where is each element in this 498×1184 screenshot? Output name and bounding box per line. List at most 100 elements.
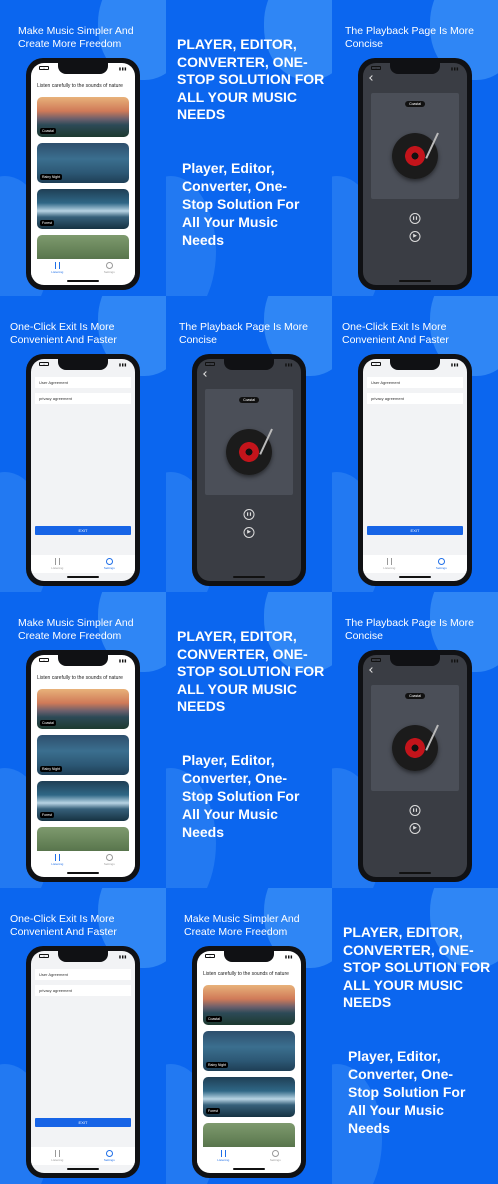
tab-label: Settings <box>103 270 115 274</box>
back-chevron-icon[interactable] <box>203 371 209 377</box>
caption: One-Click Exit Is More Convenient And Fa… <box>10 913 117 938</box>
sound-card-label: Forest <box>206 1108 220 1114</box>
tab-listening[interactable]: Listening <box>51 558 63 570</box>
phone-frame: • ▮▮▮ User Agreement privacy agreement EXIT L… <box>358 354 472 586</box>
battery-icon: ▮▮▮ <box>118 954 127 959</box>
tab-listening[interactable]: Listening <box>383 558 395 570</box>
exit-button[interactable]: EXIT <box>35 1118 131 1127</box>
home-indicator <box>233 576 265 578</box>
tab-listening[interactable]: Listening <box>51 262 63 274</box>
battery-icon: ▮▮▮ <box>450 66 459 71</box>
tab-bar: Listening Settings <box>363 555 467 573</box>
privacy-agreement-row[interactable]: privacy agreement <box>367 393 463 404</box>
settings-circle-icon <box>437 558 445 565</box>
phone-frame: • ▮▮▮ Listen carefully to the sounds of na… <box>26 58 140 290</box>
back-chevron-icon[interactable] <box>369 667 375 673</box>
sound-card[interactable]: Forest <box>37 781 129 821</box>
exit-button[interactable]: EXIT <box>367 526 463 535</box>
phone-frame: • ▮▮▮ Coastal ❚❚ ▶ <box>358 650 472 882</box>
play-icon[interactable]: ▶ <box>243 527 255 538</box>
home-indicator <box>67 872 99 874</box>
vinyl-record-icon <box>392 133 438 179</box>
sound-card-label: Coastal <box>206 1016 222 1022</box>
promo-upper-text: PLAYER, EDITOR, CONVERTER, ONE-STOP SOLU… <box>177 36 325 122</box>
sound-card[interactable]: Coastal <box>37 689 129 729</box>
tab-settings[interactable]: Settings <box>104 262 115 274</box>
tab-listening[interactable]: Listening <box>51 854 63 866</box>
promo-lower-text: Player, Editor, Converter, One-Stop Solu… <box>182 752 300 840</box>
home-indicator <box>67 576 99 578</box>
sound-card[interactable]: Coastal <box>203 985 295 1025</box>
phone-notch <box>224 951 274 962</box>
phone-frame: • ▮▮▮ User Agreement privacy agreement EXIT L… <box>26 946 140 1178</box>
privacy-agreement-row[interactable]: privacy agreement <box>35 985 131 996</box>
phone-frame: • ▮▮▮ User Agreement privacy agreement EXIT L… <box>26 354 140 586</box>
screenshot-panel: PLAYER, EDITOR, CONVERTER, ONE-STOP SOLU… <box>166 592 332 888</box>
sound-card-label: Coastal <box>40 720 56 726</box>
tab-settings[interactable]: Settings <box>104 558 115 570</box>
settings-circle-icon <box>105 262 113 269</box>
phone-notch <box>390 359 440 370</box>
battery-icon: ▮▮▮ <box>450 658 459 663</box>
exit-button[interactable]: EXIT <box>35 526 131 535</box>
home-screen: • ▮▮▮ Listen carefully to the sounds of na… <box>197 951 301 1173</box>
user-agreement-row[interactable]: User Agreement <box>367 377 463 388</box>
sound-card[interactable]: Coastal <box>37 97 129 137</box>
tab-label: Listening <box>51 862 64 866</box>
play-icon[interactable]: ▶ <box>409 823 421 834</box>
promo-upper-text: PLAYER, EDITOR, CONVERTER, ONE-STOP SOLU… <box>343 924 491 1010</box>
tab-label: Listening <box>51 566 64 570</box>
sound-card-label: Forest <box>40 220 54 226</box>
battery-icon: ▮▮▮ <box>284 362 293 367</box>
phone-notch <box>58 655 108 666</box>
turntable-area: Coastal <box>371 685 459 791</box>
signal-icon: • <box>39 66 49 70</box>
tab-bar: Listening Settings <box>197 1147 301 1165</box>
signal-icon: • <box>39 658 49 662</box>
screenshot-panel: Make Music Simpler And Create More Freed… <box>0 0 166 296</box>
caption: One-Click Exit Is More Convenient And Fa… <box>342 321 449 346</box>
privacy-agreement-row[interactable]: privacy agreement <box>35 393 131 404</box>
turntable-area: Coastal <box>205 389 293 495</box>
home-screen: • ▮▮▮ Listen carefully to the sounds of na… <box>31 655 135 877</box>
sound-card[interactable]: Forest <box>37 189 129 229</box>
user-agreement-row[interactable]: User Agreement <box>35 377 131 388</box>
tab-settings[interactable]: Settings <box>104 1150 115 1162</box>
battery-icon: ▮▮▮ <box>450 362 459 367</box>
signal-icon: • <box>371 66 381 70</box>
home-indicator <box>67 1168 99 1170</box>
pause-icon[interactable]: ❚❚ <box>409 805 421 816</box>
tab-listening[interactable]: Listening <box>51 1150 63 1162</box>
home-heading: Listen carefully to the sounds of nature <box>37 675 123 681</box>
sound-card[interactable]: Forest <box>203 1077 295 1117</box>
caption: The Playback Page Is More Concise <box>345 617 474 642</box>
tab-label: Listening <box>217 1158 230 1162</box>
home-screen: • ▮▮▮ Listen carefully to the sounds of na… <box>31 63 135 285</box>
vinyl-record-icon <box>226 429 272 475</box>
tab-settings[interactable]: Settings <box>104 854 115 866</box>
sound-card[interactable]: Rainy Night <box>37 735 129 775</box>
play-icon[interactable]: ▶ <box>409 231 421 242</box>
user-agreement-row[interactable]: User Agreement <box>35 969 131 980</box>
tab-label: Listening <box>383 566 396 570</box>
signal-icon: • <box>205 954 215 958</box>
sound-card[interactable]: Rainy Night <box>203 1031 295 1071</box>
track-name-badge: Coastal <box>405 101 425 107</box>
tab-listening[interactable]: Listening <box>217 1150 229 1162</box>
pause-icon[interactable]: ❚❚ <box>243 509 255 520</box>
tab-label: Settings <box>435 566 447 570</box>
signal-icon: • <box>205 362 215 366</box>
home-indicator <box>233 1168 265 1170</box>
promo-lower-text: Player, Editor, Converter, One-Stop Solu… <box>182 160 300 248</box>
screenshot-panel: The Playback Page Is More Concise • ▮▮▮ Coa… <box>166 296 332 592</box>
phone-frame: • ▮▮▮ Listen carefully to the sounds of na… <box>26 650 140 882</box>
tab-settings[interactable]: Settings <box>436 558 447 570</box>
promo-lower-text: Player, Editor, Converter, One-Stop Solu… <box>348 1048 466 1136</box>
battery-icon: ▮▮▮ <box>284 954 293 959</box>
sound-card[interactable]: Rainy Night <box>37 143 129 183</box>
back-chevron-icon[interactable] <box>369 75 375 81</box>
sound-card-label: Coastal <box>40 128 56 134</box>
player-screen: • ▮▮▮ Coastal ❚❚ ▶ <box>363 63 467 285</box>
pause-icon[interactable]: ❚❚ <box>409 213 421 224</box>
tab-settings[interactable]: Settings <box>270 1150 281 1162</box>
